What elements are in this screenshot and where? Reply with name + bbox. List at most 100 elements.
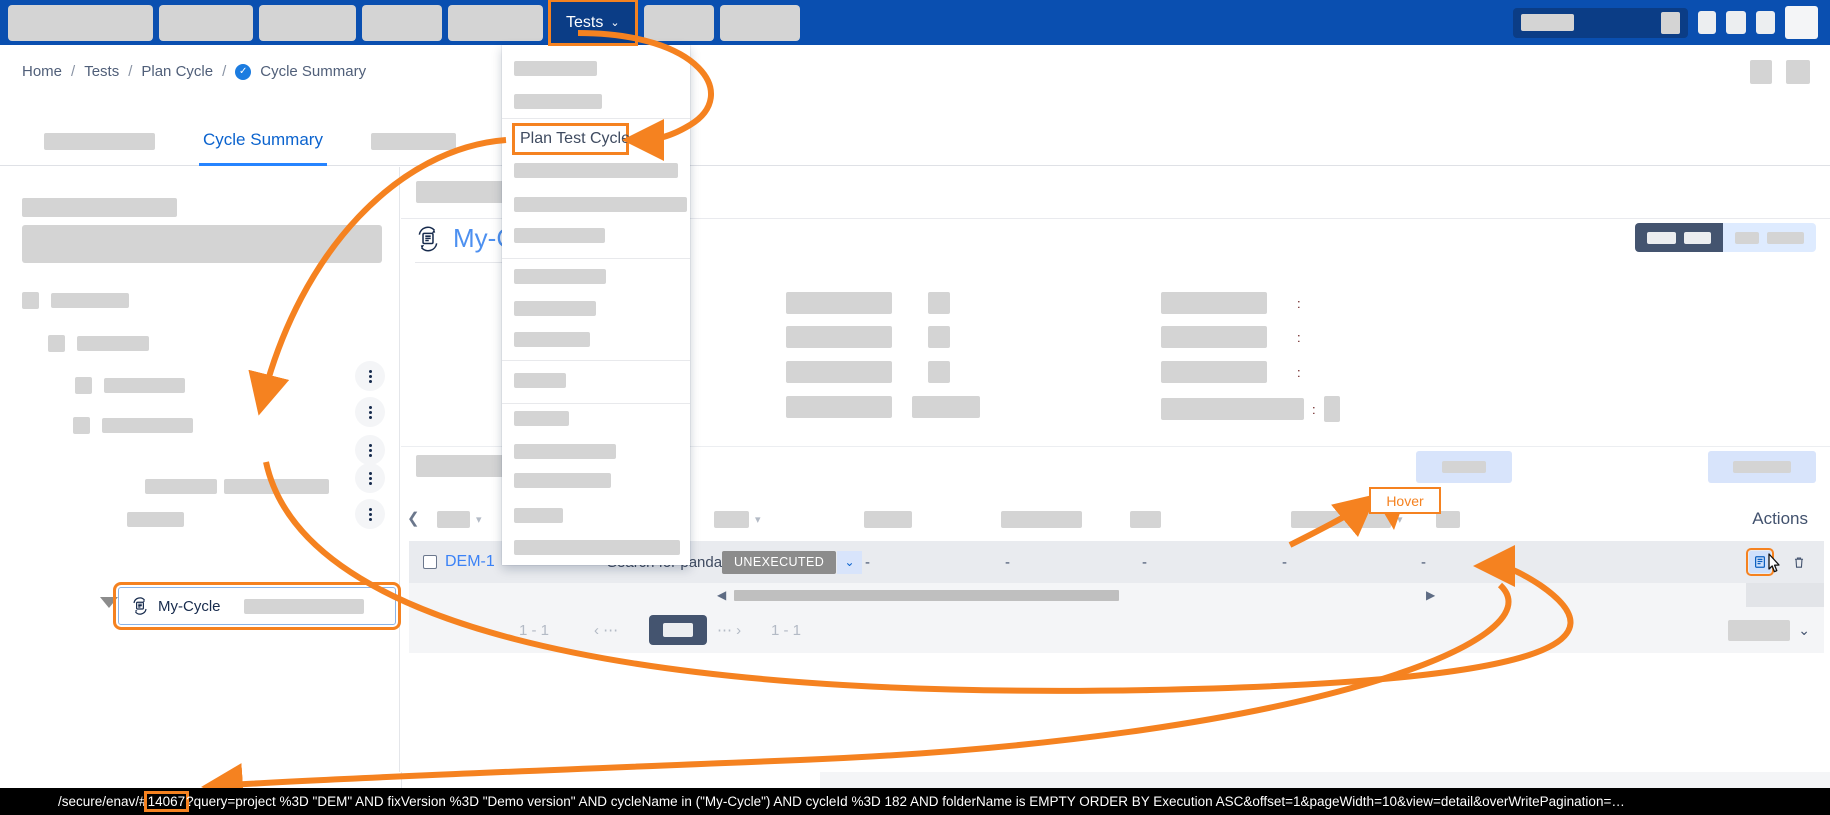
tab-placeholder-left[interactable] — [44, 118, 155, 166]
detail-field-value — [912, 396, 980, 418]
detail-field-label — [786, 326, 892, 348]
delete-icon[interactable] — [1788, 551, 1810, 573]
pagination-current-page[interactable] — [649, 615, 707, 645]
tree-node-level2[interactable] — [48, 330, 149, 356]
top-navigation-bar: Tests ⌄ — [0, 0, 1830, 46]
segment-b-bar-1 — [1735, 231, 1759, 244]
breadcrumb-item-tests[interactable]: Tests — [84, 63, 119, 80]
detail-action-button-1[interactable] — [1416, 451, 1512, 483]
dot — [368, 453, 372, 457]
breadcrumb-action-2[interactable] — [1786, 60, 1810, 84]
scroll-right-icon[interactable]: ▶ — [1426, 588, 1435, 602]
detail-field-row-2 — [786, 326, 950, 348]
menu-item-14[interactable] — [514, 508, 563, 523]
nav-item-placeholder-2[interactable] — [159, 4, 253, 41]
breadcrumb: Home / Tests / Plan Cycle / ✓ Cycle Summ… — [22, 63, 366, 80]
nav-item-placeholder-4[interactable] — [362, 4, 442, 41]
menu-divider — [502, 403, 690, 404]
view-mode-segment-inactive[interactable] — [1723, 223, 1816, 252]
pagination-next[interactable]: ⋯ › — [717, 621, 741, 639]
menu-item-9[interactable] — [514, 332, 590, 347]
menu-item-10[interactable] — [514, 373, 566, 388]
nav-icon-2[interactable] — [1726, 11, 1746, 34]
tab-cycle-summary[interactable]: Cycle Summary — [199, 118, 327, 166]
menu-item-5[interactable] — [514, 197, 687, 212]
menu-item-1[interactable] — [514, 61, 597, 76]
nav-icon-1[interactable] — [1698, 11, 1716, 34]
tree-node-child-1[interactable] — [145, 473, 329, 499]
footer-panel — [820, 772, 1830, 788]
detail-action-button-1-label — [1442, 461, 1486, 473]
segment-a-bar-1 — [1647, 231, 1676, 244]
breadcrumb-item-home[interactable]: Home — [22, 63, 62, 80]
tree-expand-caret-icon[interactable] — [100, 597, 118, 608]
th-status[interactable]: ▾ — [714, 510, 761, 528]
pagination-previous[interactable]: ‹ ⋯ — [594, 621, 618, 639]
tree-node-menu-button[interactable] — [355, 397, 385, 427]
view-mode-segment-active[interactable] — [1635, 223, 1723, 252]
scroll-left-icon[interactable]: ◀ — [717, 588, 726, 602]
cycle-icon — [131, 597, 149, 615]
menu-item-plan-test-cycle[interactable]: Plan Test Cycle — [512, 123, 630, 155]
menu-divider — [502, 360, 690, 361]
status-bar-url: /secure/enav/# 14067 ?query=project %3D … — [0, 788, 1830, 815]
menu-item-11[interactable] — [514, 411, 569, 426]
nav-right-group — [1513, 0, 1818, 45]
tree-node-child-2[interactable] — [127, 506, 184, 532]
nav-item-placeholder-1[interactable] — [8, 4, 153, 41]
avatar[interactable] — [1785, 6, 1818, 39]
breadcrumb-item-plan-cycle[interactable]: Plan Cycle — [141, 63, 213, 80]
breadcrumb-item-cycle-summary[interactable]: Cycle Summary — [260, 63, 366, 80]
scrollbar-thumb[interactable] — [734, 589, 1119, 601]
menu-item-2[interactable] — [514, 94, 602, 109]
row-cell-8: - — [1421, 553, 1426, 571]
menu-item-4[interactable] — [514, 163, 678, 178]
menu-item-12[interactable] — [514, 444, 616, 459]
tree-node-menu-button[interactable] — [355, 499, 385, 529]
horizontal-scrollbar[interactable]: ◀ ▶ — [409, 583, 1824, 607]
page-size-select[interactable]: ⌄ — [1728, 619, 1810, 641]
nav-item-placeholder-3[interactable] — [259, 4, 356, 41]
row-issue-key[interactable]: DEM-1 — [445, 553, 495, 571]
row-checkbox[interactable] — [423, 555, 437, 569]
dot — [368, 410, 372, 414]
dot — [368, 405, 372, 409]
status-bar-rest: ?query=project %3D "DEM" AND fixVersion … — [186, 794, 1625, 809]
menu-item-8[interactable] — [514, 301, 596, 316]
menu-item-13[interactable] — [514, 473, 611, 488]
tab-placeholder-right[interactable] — [370, 118, 456, 166]
breadcrumb-action-1[interactable] — [1750, 60, 1772, 84]
tree-node-menu-button[interactable] — [355, 463, 385, 493]
menu-item-6[interactable] — [514, 228, 605, 243]
detail-action-button-2-label — [1733, 461, 1791, 473]
tree-search-input[interactable] — [22, 225, 382, 263]
tree-node-my-cycle[interactable]: My-Cycle — [113, 582, 401, 630]
tree-node-my-cycle-menu-button[interactable] — [355, 435, 385, 465]
view-mode-toggle[interactable] — [1635, 223, 1816, 252]
tree-node-level1[interactable] — [22, 287, 129, 313]
detail-field-label — [1161, 292, 1267, 314]
tree-node-level3[interactable] — [75, 372, 185, 398]
nav-item-placeholder-7[interactable] — [719, 4, 800, 41]
detail-field-row-3 — [786, 361, 950, 383]
tree-node-level4[interactable] — [73, 412, 193, 438]
collapse-panel-icon[interactable]: ❮ — [407, 509, 420, 527]
search-input[interactable] — [1513, 7, 1688, 38]
tree-node-meta — [224, 478, 329, 494]
nav-icon-3[interactable] — [1756, 11, 1775, 34]
pagination-range-right: 1 - 1 — [771, 621, 802, 639]
chevron-down-icon: ▾ — [476, 513, 482, 526]
tree-node-menu-button[interactable] — [355, 361, 385, 391]
segment-b-bar-2 — [1767, 231, 1804, 244]
menu-item-7[interactable] — [514, 269, 606, 284]
status-dropdown-button[interactable]: ⌄ — [837, 550, 862, 574]
menu-item-15[interactable] — [514, 540, 680, 555]
tree-node-label — [51, 292, 129, 308]
nav-item-tests[interactable]: Tests ⌄ — [548, 0, 638, 46]
nav-item-placeholder-6[interactable] — [643, 4, 714, 41]
nav-item-placeholder-5[interactable] — [448, 4, 543, 41]
scrollbar-end-block — [1746, 583, 1824, 607]
th-key[interactable]: ▾ — [437, 510, 482, 528]
detail-action-button-2[interactable] — [1708, 451, 1816, 483]
detail-field-ellipsis: : — [1297, 295, 1301, 311]
